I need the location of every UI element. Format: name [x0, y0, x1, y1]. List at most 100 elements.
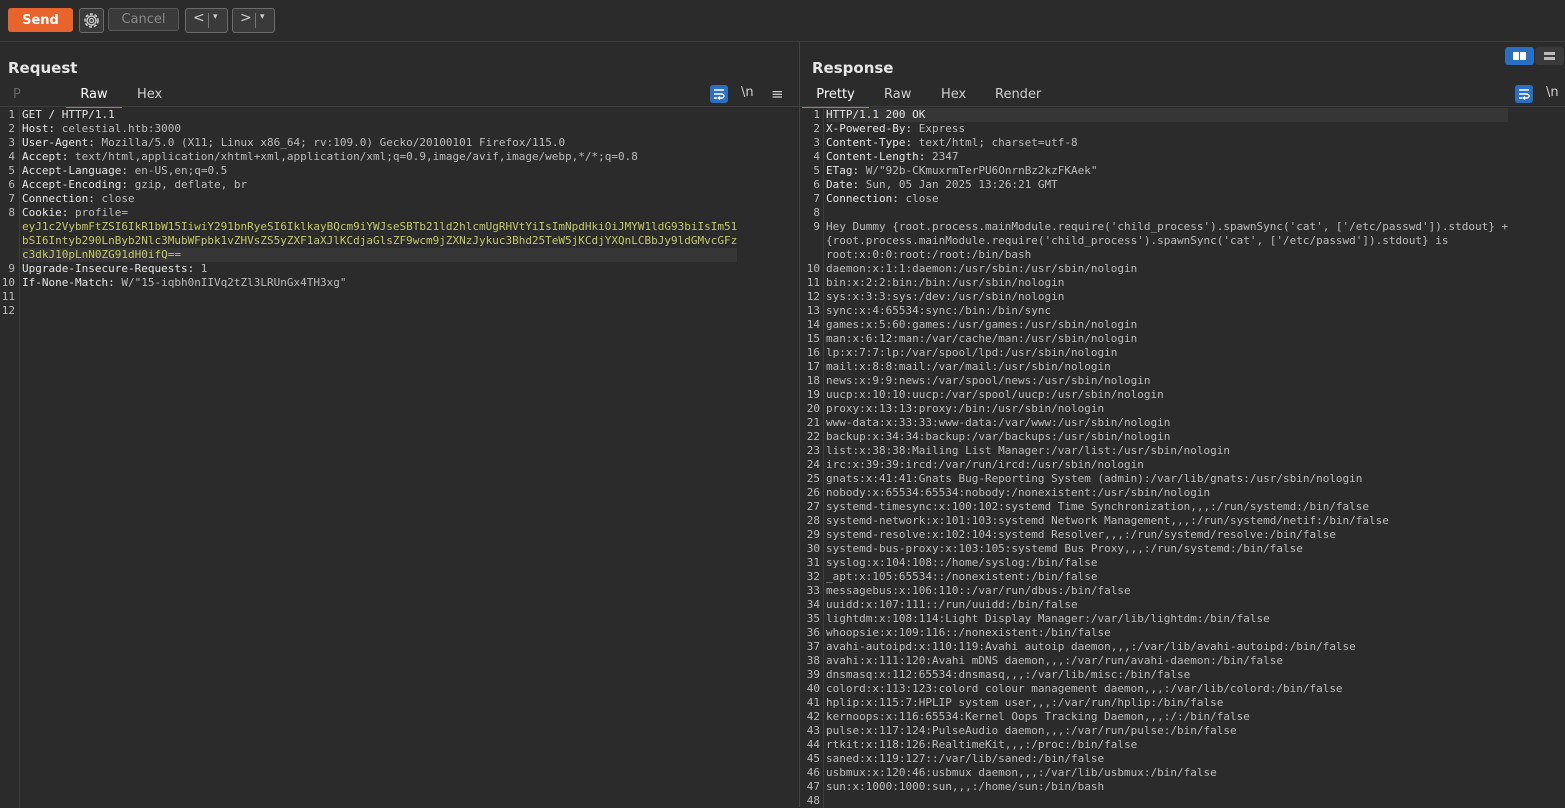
response-code[interactable]: HTTP/1.1 200 OK X-Powered-By: Express Cont… — [826, 108, 1509, 808]
line-number: 2 — [8, 122, 15, 135]
line-number: 15 — [806, 332, 820, 345]
header-name: ETag: — [826, 164, 860, 177]
line-number: 21 — [806, 416, 820, 429]
tab-pretty[interactable]: Pretty — [802, 85, 869, 108]
header-name: If-None-Match: — [22, 276, 115, 289]
code-line: User-Agent: Mozilla/5.0 (X11; Linux x86_… — [22, 136, 737, 150]
line-number: 40 — [806, 682, 820, 695]
header-value: gzip, deflate, br — [127, 178, 248, 191]
header-value: W/"15-iqbh0nIIVq2tZl3LRUnGx4TH3xg" — [114, 276, 347, 289]
gear-icon — [84, 13, 99, 28]
tab-hex[interactable]: Hex — [137, 85, 162, 106]
previous-button[interactable]: < ▾ — [185, 8, 228, 33]
wrap-icon — [1519, 89, 1530, 100]
code-line: If-None-Match: W/"15-iqbh0nIIVq2tZl3LRUn… — [22, 276, 737, 290]
header-value: sys:x:3:3:sys:/dev:/usr/sbin/nologin — [826, 290, 1065, 303]
chevron-down-icon[interactable]: ▾ — [260, 12, 265, 22]
code-line: proxy:x:13:13:proxy:/bin:/usr/sbin/nolog… — [826, 402, 1508, 416]
tab-render[interactable]: Render — [995, 85, 1041, 106]
header-name: Cookie: — [22, 206, 69, 219]
menu-icon[interactable]: ≡ — [771, 85, 789, 103]
header-value: Express — [912, 122, 966, 135]
line-number: 19 — [806, 388, 820, 401]
settings-gear-button[interactable] — [79, 8, 104, 33]
toolbar: Send Cancel < ▾ > ▾ — [0, 0, 1565, 42]
newline-icon[interactable]: \n — [741, 85, 759, 103]
request-title: Request — [8, 59, 78, 77]
code-line: backup:x:34:34:backup:/var/backups:/usr/… — [826, 430, 1508, 444]
line-number: 35 — [806, 612, 820, 625]
line-number: 42 — [806, 710, 820, 723]
code-line: _apt:x:105:65534::/nonexistent:/bin/fals… — [826, 570, 1508, 584]
header-value: pulse:x:117:124:PulseAudio daemon,,,:/va… — [826, 724, 1237, 737]
header-value: gnats:x:41:41:Gnats Bug-Reporting System… — [826, 472, 1363, 485]
line-number: 10 — [1, 276, 15, 289]
header-value: 2347 — [925, 150, 959, 163]
line-number: 20 — [806, 402, 820, 415]
request-tabs: P Raw Hex — [0, 85, 799, 108]
tab-hex[interactable]: Hex — [941, 85, 966, 106]
code-line: sun:x:1000:1000:sun,,,:/home/sun:/bin/ba… — [826, 780, 1508, 794]
code-line: lp:x:7:7:lp:/var/spool/lpd:/usr/sbin/nol… — [826, 346, 1508, 360]
line-number: 23 — [806, 444, 820, 457]
code-line: ETag: W/"92b-CKmuxrmTerPU6OnrnBz2kzFKAek… — [826, 164, 1508, 178]
code-line: mail:x:8:8:mail:/var/mail:/usr/sbin/nolo… — [826, 360, 1508, 374]
code-line: Connection: close — [826, 192, 1508, 206]
code-line: colord:x:113:123:colord colour managemen… — [826, 682, 1508, 696]
layout-side-by-side-button[interactable] — [1505, 47, 1534, 65]
line-number: 4 — [8, 150, 15, 163]
code-line: systemd-timesync:x:100:102:systemd Time … — [826, 500, 1508, 514]
header-value: text/html,application/xhtml+xml,applicat… — [68, 150, 638, 163]
line-number: 11 — [806, 276, 820, 289]
line-number: 2 — [813, 122, 820, 135]
code-line: games:x:5:60:games:/usr/games:/usr/sbin/… — [826, 318, 1508, 332]
header-name: Connection: — [22, 192, 95, 205]
header-value: backup:x:34:34:backup:/var/backups:/usr/… — [826, 430, 1171, 443]
code-line: lightdm:x:108:114:Light Display Manager:… — [826, 612, 1508, 626]
header-value: lp:x:7:7:lp:/var/spool/lpd:/usr/sbin/nol… — [826, 346, 1118, 359]
line-number: 36 — [806, 626, 820, 639]
header-value: list:x:38:38:Mailing List Manager:/var/l… — [826, 444, 1230, 457]
code-line: bSI6Intyb290LnByb2Nlc3MubWFpbk1vZHVsZS5y… — [22, 234, 737, 248]
newline-icon[interactable]: \n — [1546, 85, 1564, 103]
code-line: messagebus:x:106:110::/var/run/dbus:/bin… — [826, 584, 1508, 598]
header-value: games:x:5:60:games:/usr/games:/usr/sbin/… — [826, 318, 1138, 331]
layout-stacked-button[interactable] — [1535, 47, 1564, 65]
header-value: hplip:x:115:7:HPLIP system user,,,:/var/… — [826, 696, 1224, 709]
wrap-lines-button[interactable] — [710, 85, 728, 103]
tab-raw[interactable]: Raw — [66, 85, 122, 108]
code-line: whoopsie:x:109:116::/nonexistent:/bin/fa… — [826, 626, 1508, 640]
header-name: Accept: — [22, 150, 69, 163]
line-number: 14 — [806, 318, 820, 331]
code-line: Accept-Language: en-US,en;q=0.5 — [22, 164, 737, 178]
next-button[interactable]: > ▾ — [232, 8, 275, 33]
code-line: systemd-network:x:101:103:systemd Networ… — [826, 514, 1508, 528]
header-value: proxy:x:13:13:proxy:/bin:/usr/sbin/nolog… — [826, 402, 1105, 415]
line-number — [0, 234, 15, 248]
line-number: 41 — [806, 696, 820, 709]
line-number: 10 — [806, 262, 820, 275]
divider — [208, 13, 209, 28]
header-value: www-data:x:33:33:www-data:/var/www:/usr/… — [826, 416, 1171, 429]
header-value: colord:x:113:123:colord colour managemen… — [826, 682, 1343, 695]
header-name: Content-Type: — [826, 136, 913, 149]
request-code[interactable]: GET / HTTP/1.1 Host: celestial.htb:3000 Us… — [22, 108, 738, 318]
line-number: 22 — [806, 430, 820, 443]
code-line: list:x:38:38:Mailing List Manager:/var/l… — [826, 444, 1508, 458]
tab-raw[interactable]: Raw — [884, 85, 911, 106]
code-line: Date: Sun, 05 Jan 2025 13:26:21 GMT — [826, 178, 1508, 192]
header-name: Upgrade-Insecure-Requests: — [22, 262, 195, 275]
line-number: 17 — [806, 360, 820, 373]
divider — [19, 108, 20, 808]
code-line: avahi-autoipd:x:110:119:Avahi autoip dae… — [826, 640, 1508, 654]
line-number: 1 — [813, 108, 820, 121]
send-button[interactable]: Send — [8, 8, 73, 32]
wrap-lines-button[interactable] — [1515, 85, 1533, 103]
cancel-button[interactable]: Cancel — [108, 8, 179, 31]
chevron-down-icon[interactable]: ▾ — [213, 12, 218, 22]
code-line: Host: celestial.htb:3000 — [22, 122, 737, 136]
line-number: 25 — [806, 472, 820, 485]
code-line: Accept-Encoding: gzip, deflate, br — [22, 178, 737, 192]
header-value: systemd-bus-proxy:x:103:105:systemd Bus … — [826, 542, 1303, 555]
